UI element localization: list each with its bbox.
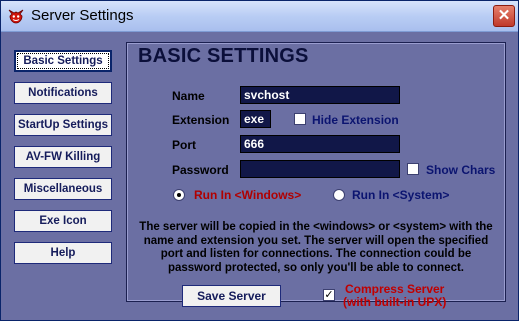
nav-notifications-button[interactable]: Notifications xyxy=(14,82,112,104)
compress-server-line2: (with built-in UPX) xyxy=(343,295,447,309)
basic-settings-panel: BASIC SETTINGS Name svchost Extension ex… xyxy=(126,42,506,302)
window-title: Server Settings xyxy=(31,7,134,24)
compress-server-label[interactable]: Compress Server (with built-in UPX) xyxy=(343,283,446,309)
name-label: Name xyxy=(172,89,205,103)
run-in-windows-radio[interactable] xyxy=(173,189,185,201)
title-bar[interactable]: Server Settings ✕ xyxy=(1,1,518,32)
show-chars-checkbox[interactable] xyxy=(407,163,419,175)
panel-title: BASIC SETTINGS xyxy=(138,45,309,67)
extension-label: Extension xyxy=(172,113,230,127)
save-server-button[interactable]: Save Server xyxy=(182,285,281,307)
server-settings-window: Server Settings ✕ Basic Settings Notific… xyxy=(0,0,519,321)
nav-miscellaneous-button[interactable]: Miscellaneous xyxy=(14,178,112,200)
name-input[interactable]: svchost xyxy=(240,86,400,104)
nav-help-button[interactable]: Help xyxy=(14,242,112,264)
run-in-windows-label[interactable]: Run In <Windows> xyxy=(194,188,301,202)
password-label: Password xyxy=(172,163,229,177)
nav-basic-settings-button[interactable]: Basic Settings xyxy=(14,50,112,72)
nav-av-fw-killing-button[interactable]: AV-FW Killing xyxy=(14,146,112,168)
client-area: Basic Settings Notifications StartUp Set… xyxy=(1,32,518,320)
port-input[interactable]: 666 xyxy=(240,135,400,153)
description-text: The server will be copied in the <window… xyxy=(139,221,493,274)
password-input[interactable] xyxy=(240,160,400,178)
extension-input[interactable]: exe xyxy=(240,110,271,128)
close-button[interactable]: ✕ xyxy=(493,5,515,27)
show-chars-label[interactable]: Show Chars xyxy=(426,163,495,177)
port-label: Port xyxy=(172,138,196,152)
close-icon: ✕ xyxy=(497,7,511,24)
nav-exe-icon-button[interactable]: Exe Icon xyxy=(14,210,112,232)
run-in-system-label[interactable]: Run In <System> xyxy=(352,188,449,202)
hide-extension-checkbox[interactable] xyxy=(294,113,306,125)
run-in-system-radio[interactable] xyxy=(333,189,345,201)
devil-face-icon xyxy=(8,9,24,24)
compress-server-checkbox[interactable]: ✓ xyxy=(323,289,335,301)
nav-startup-settings-button[interactable]: StartUp Settings xyxy=(14,114,112,136)
hide-extension-label[interactable]: Hide Extension xyxy=(312,113,399,127)
